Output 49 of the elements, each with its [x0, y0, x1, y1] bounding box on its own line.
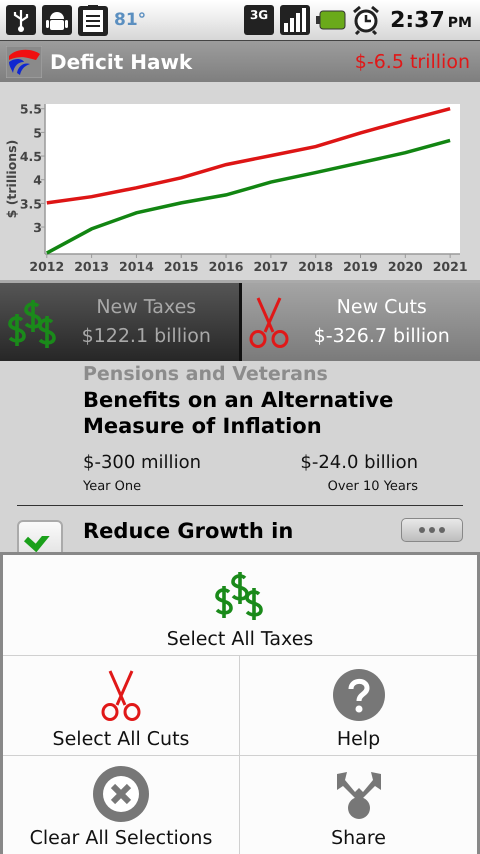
deficit-total: $-6.5 trillion [354, 50, 470, 72]
x-tick-label: 2018 [298, 259, 334, 274]
x-tick-label: 2017 [253, 259, 288, 274]
menu-item[interactable]: Help [240, 655, 477, 755]
x-tick-label: 2014 [119, 259, 154, 274]
signal-icon [280, 5, 310, 35]
item-title: Pensions and Veterans [83, 363, 329, 385]
clipboard-icon [78, 4, 108, 36]
x-tick-label: 2021 [432, 259, 468, 274]
y-tick-label: 5 [33, 125, 42, 140]
menu-item[interactable]: Select All Cuts [3, 655, 240, 755]
help-icon [332, 668, 384, 720]
scissors-icon [100, 668, 142, 720]
item-title: Benefits on an Alternative Measure of Inflation [83, 387, 394, 439]
clear-icon [93, 766, 149, 822]
usb-icon [6, 5, 36, 35]
x-tick-label: 2015 [164, 259, 199, 274]
y-axis-title: $ (trillions) [4, 140, 19, 218]
y-tick-label: 3.5 [20, 196, 42, 212]
y-tick-label: 5.5 [20, 102, 42, 117]
amount-text: $-300 million [83, 451, 201, 475]
app-title: Deficit Hawk [50, 50, 194, 74]
y-tick-label: 4.5 [20, 149, 42, 164]
android-icon [42, 5, 72, 35]
category-tab[interactable]: New Cuts $-326.7 billion [242, 283, 480, 361]
clock-meridiem: PM [448, 15, 472, 31]
amount-caption: Over 10 Years [328, 478, 418, 496]
more-button[interactable] [401, 518, 463, 542]
hawk-logo-icon [6, 46, 42, 78]
menu-item[interactable]: Share [240, 755, 477, 854]
menu-item[interactable]: Select All Taxes [3, 555, 477, 655]
temperature: 81° [114, 10, 146, 30]
network-type: 3G [244, 5, 274, 35]
menu-item[interactable]: Clear All Selections [3, 755, 240, 854]
scissors-icon [248, 296, 290, 348]
clock-time: 2:37 [390, 8, 445, 32]
x-tick-label: 2020 [388, 259, 423, 274]
x-tick-label: 2016 [208, 259, 244, 274]
battery-icon [316, 10, 346, 30]
item-title: Reduce Growth in [83, 518, 294, 544]
y-tick-label: 3 [33, 220, 42, 236]
alarm-icon [352, 5, 380, 35]
category-tab[interactable]: New Taxes $122.1 billion [0, 283, 238, 361]
amount-caption: Year One [83, 478, 142, 496]
x-tick-label: 2019 [343, 259, 378, 274]
amount-text: $-24.0 billion [300, 451, 418, 475]
y-tick-label: 4 [33, 172, 42, 188]
x-tick-label: 2013 [74, 259, 109, 274]
x-tick-label: 2012 [29, 259, 64, 274]
